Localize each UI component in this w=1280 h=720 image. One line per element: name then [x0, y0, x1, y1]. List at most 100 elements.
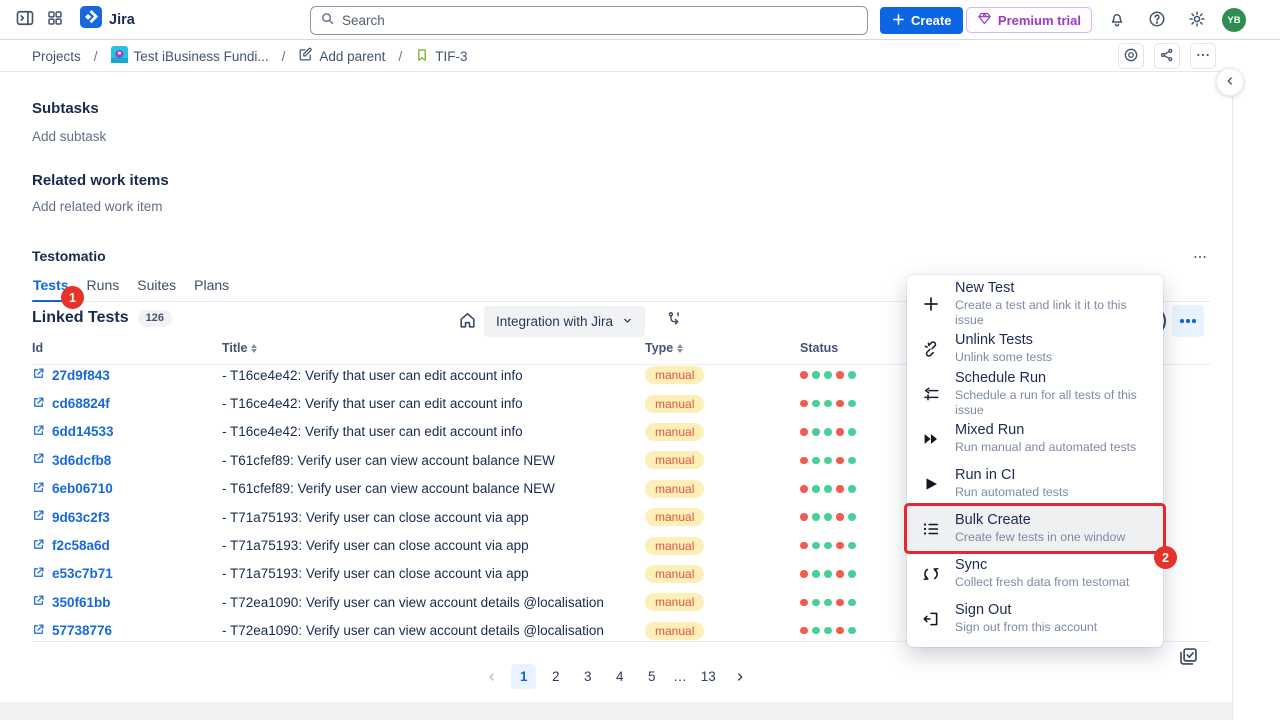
- column-header-id[interactable]: Id: [32, 341, 222, 355]
- sidebar-toggle-icon: [15, 8, 35, 31]
- status-dot-fail: [800, 485, 808, 493]
- menu-item-subtitle: Schedule a run for all tests of this iss…: [955, 388, 1149, 418]
- gem-icon: [977, 11, 992, 29]
- test-id-link[interactable]: 6dd14533: [32, 424, 222, 440]
- issue-key-label: TIF-3: [435, 49, 467, 64]
- status-dot-pass: [824, 542, 832, 550]
- test-id-link[interactable]: 9d63c2f3: [32, 509, 222, 525]
- external-link-icon: [32, 594, 45, 610]
- test-id-link[interactable]: 57738776: [32, 623, 222, 639]
- previous-page-button[interactable]: [479, 664, 504, 689]
- sidebar-toggle-button[interactable]: [10, 5, 40, 35]
- tab-runs[interactable]: Runs: [86, 275, 121, 301]
- add-parent-button[interactable]: Add parent: [298, 47, 385, 65]
- watch-button[interactable]: [1118, 43, 1144, 69]
- global-search: [310, 6, 868, 35]
- test-id-link[interactable]: cd68824f: [32, 396, 222, 412]
- top-navigation-bar: Jira Create Premium trial: [0, 0, 1280, 40]
- status-dot-pass: [848, 428, 856, 436]
- project-filter-dropdown[interactable]: Integration with Jira: [484, 306, 645, 337]
- page-button-3[interactable]: 3: [575, 664, 600, 689]
- checklist-icon[interactable]: [1178, 646, 1199, 672]
- status-dot-pass: [812, 570, 820, 578]
- notifications-button[interactable]: [1102, 5, 1132, 35]
- page-button-5[interactable]: 5: [639, 664, 664, 689]
- ellipsis-icon: [1195, 47, 1211, 66]
- premium-trial-button[interactable]: Premium trial: [966, 7, 1092, 33]
- testomatio-heading: Testomatio: [32, 248, 106, 264]
- menu-item-subtitle: Run manual and automated tests: [955, 440, 1136, 455]
- search-input[interactable]: [342, 13, 858, 28]
- user-avatar[interactable]: YB: [1222, 8, 1246, 32]
- page-button-2[interactable]: 2: [543, 664, 568, 689]
- add-subtask-button[interactable]: Add subtask: [32, 129, 106, 144]
- issue-actions: [1118, 43, 1216, 69]
- add-related-work-item-button[interactable]: Add related work item: [32, 199, 163, 214]
- menu-item-sign-out[interactable]: Sign OutSign out from this account: [907, 596, 1163, 641]
- menu-item-title: Bulk Create: [955, 512, 1125, 529]
- column-header-title[interactable]: Title: [222, 341, 645, 355]
- test-id-link[interactable]: 3d6dcfb8: [32, 452, 222, 468]
- app-switcher-button[interactable]: [40, 5, 70, 35]
- status-dot-fail: [836, 542, 844, 550]
- status-dot-pass: [824, 457, 832, 465]
- issue-more-actions-button[interactable]: [1190, 43, 1216, 69]
- menu-item-schedule-run[interactable]: Schedule RunSchedule a run for all tests…: [907, 371, 1163, 416]
- test-type-cell: manual: [645, 423, 800, 441]
- status-dot-pass: [848, 599, 856, 607]
- menu-item-unlink-tests[interactable]: Unlink TestsUnlink some tests: [907, 326, 1163, 371]
- pagination: 12345 … 13: [0, 664, 1232, 689]
- status-dot-fail: [800, 457, 808, 465]
- test-id-link[interactable]: 350f61bb: [32, 594, 222, 610]
- tab-plans[interactable]: Plans: [193, 275, 230, 301]
- edit-icon: [298, 47, 313, 65]
- tab-suites[interactable]: Suites: [136, 275, 177, 301]
- project-avatar: [111, 46, 128, 66]
- test-id-link[interactable]: 6eb06710: [32, 481, 222, 497]
- next-page-button[interactable]: [728, 664, 753, 689]
- jira-home-link[interactable]: Jira: [80, 6, 135, 33]
- type-badge: manual: [645, 451, 704, 469]
- status-dot-fail: [836, 400, 844, 408]
- column-header-type[interactable]: Type: [645, 341, 800, 355]
- home-icon[interactable]: [458, 311, 477, 335]
- test-id-link[interactable]: f2c58a6d: [32, 538, 222, 554]
- menu-item-mixed-run[interactable]: Mixed RunRun manual and automated tests: [907, 416, 1163, 461]
- menu-item-run-in-ci[interactable]: Run in CIRun automated tests: [907, 461, 1163, 506]
- type-badge: manual: [645, 423, 704, 441]
- test-title: - T71a75193: Verify user can close accou…: [222, 538, 645, 553]
- page-button-13[interactable]: 13: [696, 664, 721, 689]
- table-options-button[interactable]: [1172, 305, 1204, 337]
- test-title: - T16ce4e42: Verify that user can edit a…: [222, 368, 645, 383]
- status-dot-fail: [836, 371, 844, 379]
- create-button[interactable]: Create: [880, 7, 963, 34]
- test-id-link[interactable]: e53c7b71: [32, 566, 222, 582]
- external-link-icon: [32, 623, 45, 639]
- status-dot-pass: [824, 627, 832, 635]
- branch-icon[interactable]: [666, 310, 683, 332]
- status-dot-pass: [824, 599, 832, 607]
- status-dot-pass: [812, 599, 820, 607]
- settings-button[interactable]: [1182, 5, 1212, 35]
- menu-item-bulk-create[interactable]: Bulk CreateCreate few tests in one windo…: [907, 506, 1163, 551]
- status-dot-pass: [812, 371, 820, 379]
- collapse-panel-button[interactable]: [1216, 68, 1244, 96]
- pagination-ellipsis: …: [671, 669, 689, 684]
- menu-item-sync[interactable]: SyncCollect fresh data from testomat: [907, 551, 1163, 596]
- testomatio-more-button[interactable]: [1185, 243, 1215, 273]
- fast-forward-icon: [920, 430, 942, 448]
- breadcrumb-projects[interactable]: Projects: [32, 49, 81, 64]
- watch-eye-icon: [1123, 47, 1139, 66]
- breadcrumb-issue-key[interactable]: TIF-3: [415, 48, 467, 65]
- menu-item-new-test[interactable]: New TestCreate a test and link it it to …: [907, 281, 1163, 326]
- page-button-1[interactable]: 1: [511, 664, 536, 689]
- help-button[interactable]: [1142, 5, 1172, 35]
- status-dot-fail: [800, 428, 808, 436]
- test-id-link[interactable]: 27d9f843: [32, 367, 222, 383]
- page-button-4[interactable]: 4: [607, 664, 632, 689]
- breadcrumb-project[interactable]: Test iBusiness Fundi...: [111, 46, 269, 66]
- external-link-icon: [32, 452, 45, 468]
- type-badge: manual: [645, 508, 704, 526]
- test-id: 3d6dcfb8: [52, 453, 111, 468]
- share-button[interactable]: [1154, 43, 1180, 69]
